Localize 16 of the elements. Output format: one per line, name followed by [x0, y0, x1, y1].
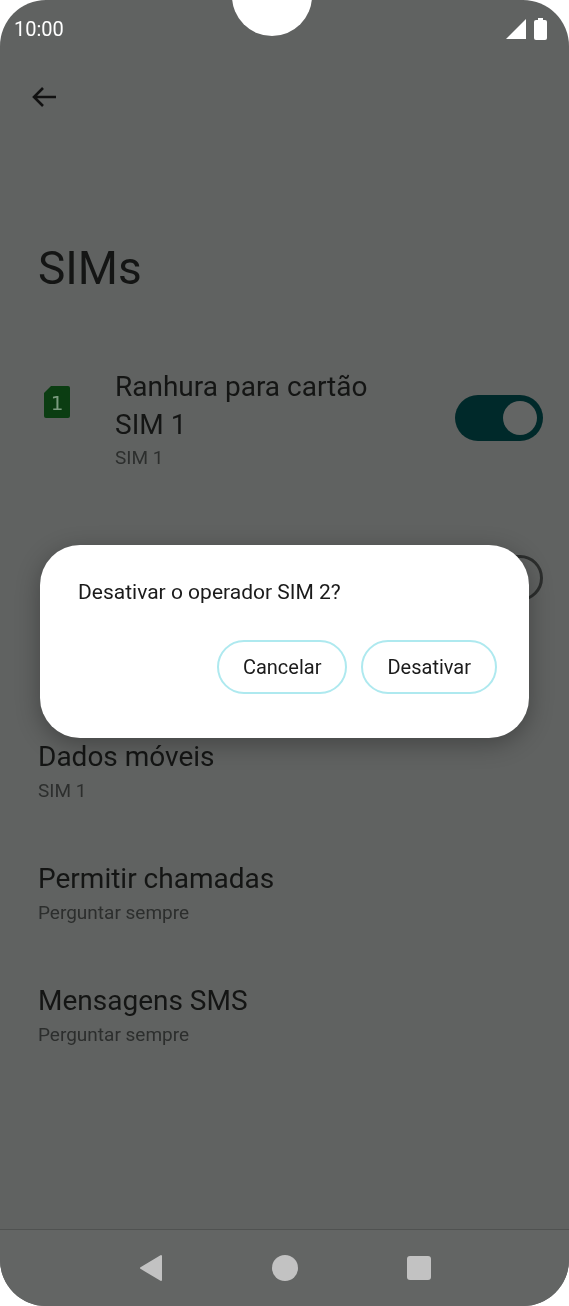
back-icon[interactable]: [138, 1254, 163, 1282]
signal-icon: [506, 19, 526, 39]
clock: 10:00: [14, 17, 64, 41]
dialog-message: Desativar o operador SIM 2?: [78, 579, 342, 606]
setting-title[interactable]: Dados móveis: [38, 739, 569, 775]
toggle-switch[interactable]: [455, 395, 543, 441]
battery-icon: [534, 18, 547, 40]
setting-title[interactable]: Mensagens SMS: [38, 983, 569, 1019]
recents-icon[interactable]: [406, 1256, 431, 1280]
sim-slot-title: Ranhura para cartão SIM 1: [115, 369, 369, 443]
page-title: SIMs: [38, 240, 143, 296]
home-icon[interactable]: [270, 1254, 299, 1282]
setting-title[interactable]: Permitir chamadas: [38, 861, 569, 897]
sim-card-icon: 1: [44, 386, 70, 418]
dialog-button[interactable]: Cancelar: [216, 640, 348, 694]
dialog-button[interactable]: Desativar: [361, 640, 497, 694]
